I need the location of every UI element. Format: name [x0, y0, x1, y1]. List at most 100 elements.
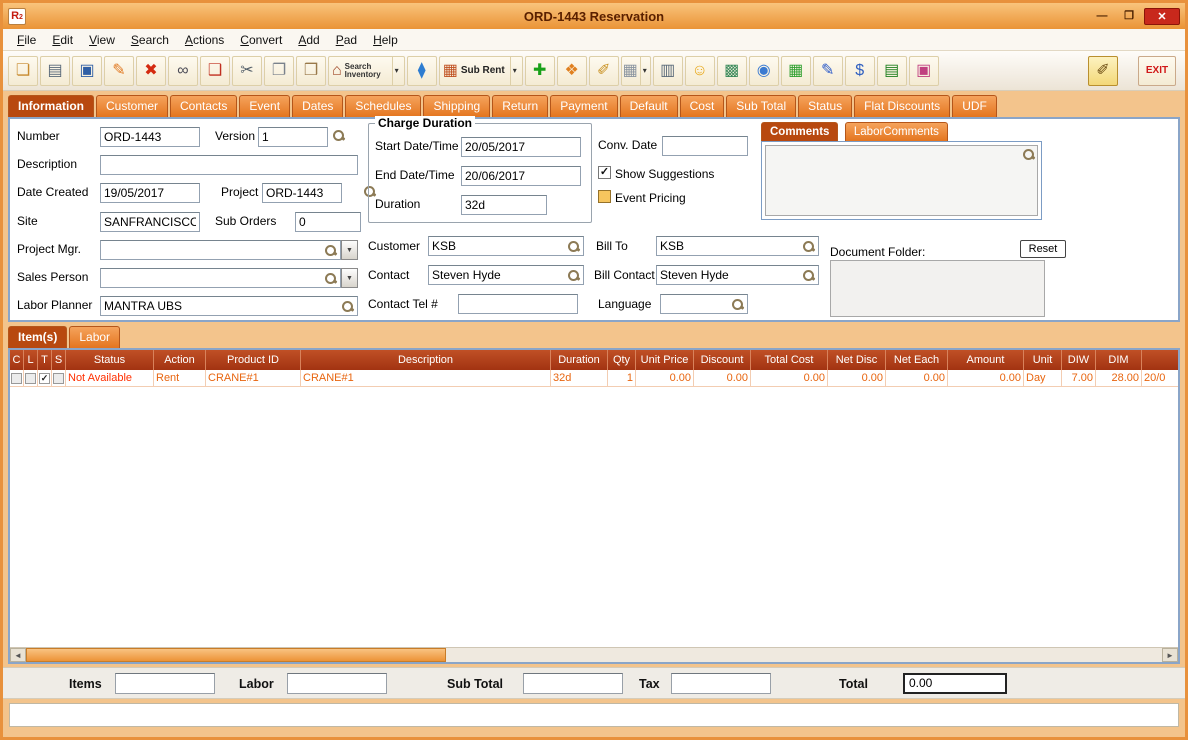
find-button[interactable]: ∞ — [168, 55, 198, 86]
document-folder-box[interactable] — [830, 260, 1045, 317]
tab-flat-discounts[interactable]: Flat Discounts — [854, 95, 951, 117]
scroll-right-button[interactable]: ► — [1162, 648, 1178, 662]
sub-total-field[interactable] — [523, 673, 623, 694]
menu-help[interactable]: Help — [365, 31, 406, 49]
language-field[interactable] — [660, 294, 748, 314]
exit-button[interactable]: EXIT — [1138, 55, 1176, 86]
start-date-field[interactable]: 20/05/2017 — [461, 137, 581, 157]
row-checkbox[interactable] — [11, 373, 22, 384]
comments-textarea[interactable] — [765, 145, 1038, 216]
maximize-button[interactable]: ❐ — [1117, 8, 1141, 25]
column-header-unit-price[interactable]: Unit Price — [636, 350, 694, 370]
labor-planner-field[interactable]: MANTRA UBS — [100, 296, 358, 316]
tab-dates[interactable]: Dates — [292, 95, 344, 117]
menu-edit[interactable]: Edit — [44, 31, 81, 49]
column-header-more[interactable] — [1142, 350, 1178, 370]
column-header-diw[interactable]: DIW — [1062, 350, 1096, 370]
droplet-button[interactable]: ⧫ — [406, 55, 437, 86]
conv-date-field[interactable] — [662, 136, 748, 156]
total-field[interactable]: 0.00 — [903, 673, 1007, 694]
language-search-icon[interactable] — [731, 298, 744, 311]
site-field[interactable]: SANFRANCISCO — [100, 212, 200, 232]
version-field[interactable]: 1 — [258, 127, 328, 147]
menu-file[interactable]: File — [9, 31, 44, 49]
row-checkbox[interactable] — [25, 373, 36, 384]
menu-pad[interactable]: Pad — [328, 31, 365, 49]
column-header-amount[interactable]: Amount — [948, 350, 1024, 370]
horizontal-scrollbar[interactable]: ◄ ► — [10, 647, 1178, 662]
grid-tab-labor[interactable]: Labor — [69, 326, 121, 348]
package-button[interactable]: ▩ — [716, 55, 747, 86]
show-suggestions-checkbox[interactable]: ✓ — [598, 166, 611, 179]
column-header-l[interactable]: L — [24, 350, 38, 370]
column-header-description[interactable]: Description — [301, 350, 551, 370]
customer-field[interactable]: KSB — [428, 236, 584, 256]
row-checkbox[interactable]: ✓ — [39, 373, 50, 384]
labor-planner-search-icon[interactable] — [341, 300, 354, 313]
tab-udf[interactable]: UDF — [952, 95, 997, 117]
column-header-discount[interactable]: Discount — [694, 350, 751, 370]
dropdown-arrow-icon[interactable]: ▾ — [391, 56, 401, 85]
tab-default[interactable]: Default — [619, 95, 678, 117]
description-field[interactable] — [100, 155, 358, 175]
project-mgr-field[interactable] — [100, 240, 341, 260]
sub-rent-button[interactable]: ▦ Sub Rent ▾ — [438, 55, 523, 86]
wand-button[interactable]: ✐ — [1088, 55, 1118, 86]
customer-search-icon[interactable] — [567, 240, 580, 253]
column-header-unit[interactable]: Unit — [1024, 350, 1062, 370]
tab-cost[interactable]: Cost — [679, 95, 725, 117]
reset-button[interactable]: Reset — [1020, 240, 1066, 258]
cart-button[interactable]: ▣ — [908, 55, 939, 86]
column-header-net-disc[interactable]: Net Disc — [828, 350, 886, 370]
sales-person-field[interactable] — [100, 268, 341, 288]
menu-actions[interactable]: Actions — [177, 31, 232, 49]
group-button[interactable]: ❖ — [556, 55, 587, 86]
tab-contacts[interactable]: Contacts — [170, 95, 238, 117]
smiley-button[interactable]: ☺ — [684, 55, 715, 86]
copy-button[interactable]: ❐ — [264, 55, 294, 86]
items-total-field[interactable] — [115, 673, 215, 694]
grid-tab-item-s-[interactable]: Item(s) — [8, 326, 68, 348]
tab-customer[interactable]: Customer — [96, 95, 169, 117]
contact-tel-field[interactable] — [458, 294, 578, 314]
minimize-button[interactable]: — — [1090, 8, 1114, 25]
end-date-field[interactable]: 20/06/2017 — [461, 166, 581, 186]
tab-event[interactable]: Event — [239, 95, 291, 117]
export-page-button[interactable]: ❑ — [200, 55, 230, 86]
project-mgr-dropdown-button[interactable]: ▼ — [341, 240, 358, 260]
contact-search-icon[interactable] — [567, 269, 580, 282]
cut-button[interactable]: ✂ — [232, 55, 262, 86]
tax-field[interactable] — [671, 673, 771, 694]
column-header-t[interactable]: T — [38, 350, 52, 370]
search-inventory-button[interactable]: ⌂ Search Inventory ▾ — [328, 55, 405, 86]
tab-return[interactable]: Return — [492, 95, 549, 117]
print-button[interactable]: ▤ — [40, 55, 70, 86]
save-button[interactable]: ▣ — [72, 55, 102, 86]
version-search-icon[interactable] — [332, 129, 345, 142]
tab-status[interactable]: Status — [798, 95, 853, 117]
column-header-c[interactable]: C — [10, 350, 24, 370]
column-header-total-cost[interactable]: Total Cost — [751, 350, 828, 370]
comments-search-icon[interactable] — [1022, 148, 1035, 161]
contact-field[interactable]: Steven Hyde — [428, 265, 584, 285]
column-header-net-each[interactable]: Net Each — [886, 350, 948, 370]
scrollbar-thumb[interactable] — [26, 648, 446, 662]
labor-total-field[interactable] — [287, 673, 387, 694]
event-pricing-checkbox[interactable] — [598, 190, 611, 203]
menu-search[interactable]: Search — [123, 31, 177, 49]
project-mgr-search-icon[interactable] — [324, 244, 337, 257]
bill-contact-search-icon[interactable] — [802, 269, 815, 282]
menu-convert[interactable]: Convert — [232, 31, 290, 49]
column-header-dim[interactable]: DIM — [1096, 350, 1142, 370]
grid-body[interactable]: ✓ Not Available Rent CRANE#1 CRANE#1 32d 1 0.00… — [10, 370, 1178, 647]
tab-shipping[interactable]: Shipping — [423, 95, 491, 117]
disk-button[interactable]: ◉ — [748, 55, 779, 86]
sales-person-search-icon[interactable] — [324, 272, 337, 285]
column-header-s[interactable]: S — [52, 350, 66, 370]
tab-labor-comments[interactable]: LaborComments — [844, 122, 948, 141]
date-created-field[interactable]: 19/05/2017 — [100, 183, 200, 203]
tab-payment[interactable]: Payment — [550, 95, 618, 117]
sub-orders-field[interactable]: 0 — [295, 212, 361, 232]
note-button[interactable]: ✐ — [588, 55, 619, 86]
delete-button[interactable]: ✖ — [136, 55, 166, 86]
